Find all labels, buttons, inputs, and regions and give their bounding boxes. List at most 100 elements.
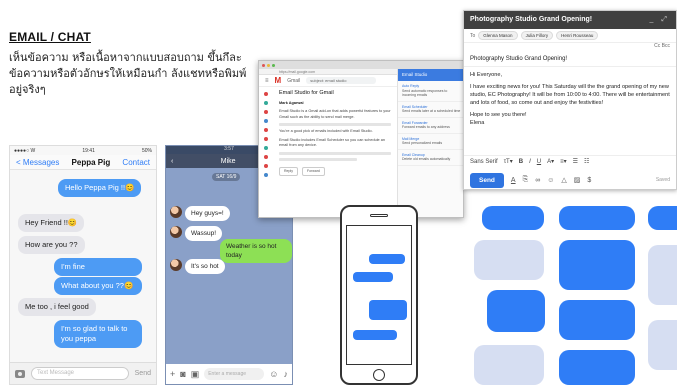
panel-item-text: Forward emails to any address (402, 125, 450, 129)
nav-icon[interactable] (264, 155, 268, 159)
bulleted-list-icon[interactable]: ☷ (584, 158, 589, 165)
formatting-icon[interactable]: A (511, 177, 516, 184)
phone-outline-mockup (340, 205, 418, 385)
nav-icon[interactable] (264, 173, 268, 177)
send-button[interactable]: Send (135, 370, 151, 377)
gmail-window: https://mail.google.com ≡ M Gmail subjec… (258, 60, 464, 218)
closing-text: Hope to see you there! Elena (470, 111, 670, 127)
status-bar: ●●●●○ W 19:41 50% (10, 146, 156, 155)
nav-icon[interactable] (264, 119, 268, 123)
reply-button[interactable]: Reply (279, 166, 298, 176)
cc-bcc-link[interactable]: Cc Bcc (464, 43, 676, 53)
nav-icon[interactable] (264, 110, 268, 114)
camera-icon[interactable] (15, 369, 25, 378)
chat-bubble-shape (482, 206, 544, 230)
font-size-icon[interactable]: τT▾ (504, 158, 513, 165)
money-icon[interactable]: $ (587, 177, 591, 184)
chat-bubble-received: It's so hot (185, 259, 225, 274)
recipient-chip[interactable]: Henri Rousseau (556, 31, 599, 40)
font-select[interactable]: Sans Serif (470, 159, 498, 165)
chat-bubble-received: Hey guys=! (185, 206, 230, 221)
forward-button[interactable]: Forward (302, 166, 325, 176)
close-window-dot[interactable] (262, 63, 265, 67)
page-title: EMAIL / CHAT (9, 30, 91, 44)
compose-window: Photography Studio Grand Opening! _ ⤢ To… (463, 10, 677, 190)
nav-icon[interactable] (264, 146, 268, 150)
recipient-chip[interactable]: Julia Fillory (520, 31, 554, 40)
underline-icon[interactable]: U (537, 159, 541, 165)
format-toolbar: Sans Serif τT▾ B I U A▾ ≡▾ ☰ ☷ (464, 155, 676, 167)
bold-icon[interactable]: B (519, 159, 523, 165)
email-reading-pane: Email Studio for Gmail Mark Agarwal Emai… (279, 90, 391, 217)
message-bubble-sent: What about you ??😊 (54, 277, 142, 295)
contact-button[interactable]: Contact (122, 158, 150, 167)
status-time: 19:41 (82, 148, 95, 154)
photo-icon[interactable]: ▨ (574, 176, 581, 184)
send-row: Send A ⎘ ∞ ☺ △ ▨ $ Saved (464, 169, 676, 189)
image-icon[interactable]: ▣ (191, 369, 200, 380)
menu-icon[interactable]: ≡ (265, 78, 269, 84)
text-color-icon[interactable]: A▾ (547, 158, 554, 165)
nav-icon[interactable] (264, 101, 268, 105)
chat-bubble-placeholder (353, 272, 393, 282)
to-field[interactable]: To Glenna Mason Julia Fillory Henri Rous… (464, 29, 676, 43)
gmail-left-nav (259, 87, 273, 217)
messages-back-button[interactable]: < Messages (16, 158, 59, 167)
numbered-list-icon[interactable]: ☰ (573, 158, 578, 165)
message-bubble-received: Me too , i feel good (18, 298, 96, 316)
emoji-icon[interactable]: ☺ (269, 369, 278, 379)
nav-icon[interactable] (264, 137, 268, 141)
signal-status: ●●●●○ W (14, 148, 36, 154)
maximize-window-dot[interactable] (272, 63, 275, 67)
message-bubble-sent: I'm fine (54, 258, 142, 276)
message-bubble-received: How are you ?? (18, 236, 85, 254)
addon-side-panel: Email Studio Auto Reply Send automatic re… (397, 69, 463, 217)
compose-body[interactable]: Hi Everyone, I have exciting news for yo… (464, 67, 676, 135)
send-button[interactable]: Send (470, 172, 504, 188)
signature: Elena (470, 120, 485, 126)
phone-screen (346, 225, 412, 365)
text-line-placeholder (279, 151, 391, 155)
panel-item[interactable]: Auto Reply Send automatic responses to in… (398, 81, 463, 102)
panel-item[interactable]: Email Scheduler Send emails later at a sc… (398, 102, 463, 118)
panel-item[interactable]: Email Cleanup Delete old emails automatic… (398, 150, 463, 166)
panel-item[interactable]: Mail Merge Send personalized emails (398, 134, 463, 150)
gmail-app-name: Gmail (287, 77, 301, 84)
chat-bubble-shape (559, 350, 635, 385)
message-bubble-sent: Hello Peppa Pig !!😊 (58, 179, 142, 197)
panel-item[interactable]: Email Forwarder Forward emails to any add… (398, 118, 463, 134)
greeting-text: Hi Everyone, (470, 72, 503, 78)
battery-status: 50% (141, 148, 152, 154)
link-icon[interactable]: ∞ (535, 177, 540, 184)
chat-bubble-shape (648, 206, 677, 230)
date-chip: SAT 16/9 (212, 173, 241, 181)
nav-icon[interactable] (264, 164, 268, 168)
italic-icon[interactable]: I (529, 159, 531, 165)
minimize-window-dot[interactable] (267, 63, 270, 67)
chat-bubble-placeholder (353, 330, 397, 340)
align-icon[interactable]: ≡▾ (560, 158, 567, 165)
gmail-logo-icon: M (274, 76, 282, 85)
search-input[interactable]: subject: email studio (306, 77, 377, 84)
nav-icon[interactable] (264, 92, 268, 96)
avatar (170, 206, 182, 218)
contact-name: Mike (220, 157, 236, 165)
subject-field[interactable]: Photography Studio Grand Opening! (464, 53, 676, 67)
drive-icon[interactable]: △ (561, 176, 566, 184)
back-chevron-icon[interactable]: ‹ (171, 158, 173, 165)
camera-icon[interactable]: ◙ (180, 369, 185, 379)
nav-icon[interactable] (264, 128, 268, 132)
window-controls-icon[interactable]: _ ⤢ (650, 16, 670, 24)
message-bubble-received: Hey Friend !!😊 (18, 214, 85, 232)
imessage-phone: ●●●●○ W 19:41 50% < Messages Peppa Pig C… (9, 145, 157, 385)
recipient-chip[interactable]: Glenna Mason (478, 31, 518, 40)
attach-icon[interactable]: ⎘ (523, 176, 529, 184)
message-input[interactable]: Enter a message (204, 368, 265, 380)
plus-icon[interactable]: + (170, 369, 175, 379)
emoji-icon[interactable]: ☺ (547, 177, 554, 184)
message-input[interactable]: Text Message (31, 367, 129, 380)
chat-bubble-shape (474, 345, 544, 385)
page-description: เห็นข้อความ หรือเนื้อหาจากแบบสอบถาม ขึ้น… (9, 51, 247, 96)
email-body-paragraph: Email Studio is a Gmail add-on that adds… (279, 109, 391, 119)
mic-icon[interactable]: ♪ (284, 369, 289, 379)
